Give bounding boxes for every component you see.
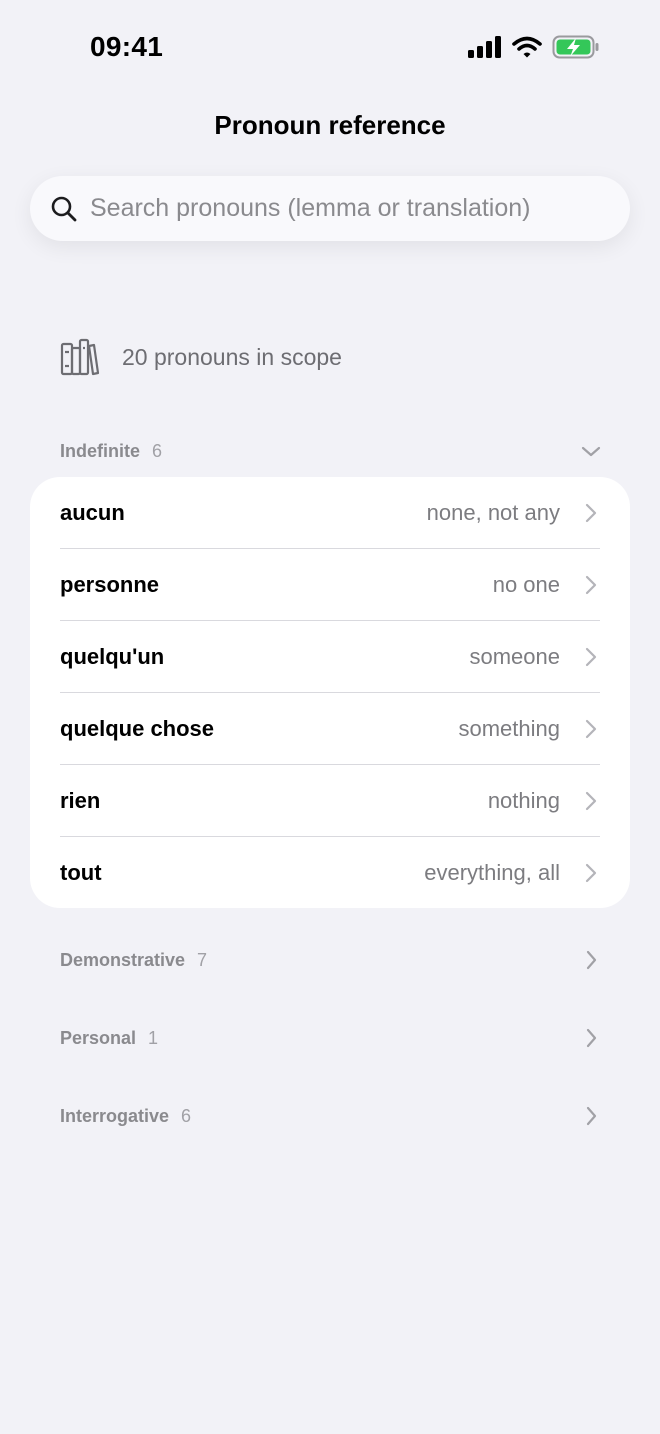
section-header-interrogative[interactable]: Interrogative 6 xyxy=(60,1101,602,1131)
page-title: Pronoun reference xyxy=(214,110,446,140)
chevron-right-icon xyxy=(586,950,597,970)
search-icon xyxy=(51,196,77,221)
section-header-personal[interactable]: Personal 1 xyxy=(60,1023,602,1053)
list-item-rien[interactable]: rien nothing xyxy=(60,765,600,837)
item-translation: someone xyxy=(469,644,560,669)
item-lemma: aucun xyxy=(60,500,125,525)
chevron-right-icon xyxy=(585,863,597,883)
item-lemma: quelque chose xyxy=(60,716,215,741)
item-lemma: rien xyxy=(60,788,101,813)
section-title: Demonstrative xyxy=(60,949,186,970)
chevron-right-icon xyxy=(586,1106,597,1126)
scope-count-text: 20 pronouns in scope xyxy=(122,343,342,370)
list-item-tout[interactable]: tout everything, all xyxy=(60,837,600,909)
battery-charging-icon xyxy=(552,35,599,59)
status-icons xyxy=(468,35,600,59)
section-header-indefinite[interactable]: Indefinite 6 xyxy=(60,436,602,466)
wifi-icon xyxy=(512,36,542,58)
status-time: 09:41 xyxy=(90,31,164,62)
chevron-right-icon xyxy=(585,575,597,595)
section-count: 6 xyxy=(152,440,163,461)
item-translation: everything, all xyxy=(424,860,560,885)
item-translation: something xyxy=(458,716,560,741)
section-count: 1 xyxy=(148,1027,159,1048)
section-title: Interrogative xyxy=(60,1105,170,1126)
chevron-right-icon xyxy=(585,719,597,739)
section-title: Indefinite xyxy=(60,440,140,461)
item-translation: none, not any xyxy=(426,500,560,525)
section-count: 6 xyxy=(181,1105,192,1126)
item-lemma: quelqu'un xyxy=(60,644,165,669)
section-count: 7 xyxy=(197,949,208,970)
chevron-right-icon xyxy=(585,647,597,667)
item-lemma: personne xyxy=(60,572,160,597)
list-item-personne[interactable]: personne no one xyxy=(60,549,600,621)
list-item-quelque-chose[interactable]: quelque chose something xyxy=(60,693,600,765)
search-bar[interactable] xyxy=(30,176,630,241)
list-item-aucun[interactable]: aucun none, not any xyxy=(60,477,600,549)
chevron-right-icon xyxy=(585,503,597,523)
chevron-right-icon xyxy=(585,791,597,811)
search-input[interactable] xyxy=(90,194,610,223)
section-title: Personal xyxy=(60,1027,137,1048)
item-translation: no one xyxy=(492,572,560,597)
list-item-quelquun[interactable]: quelqu'un someone xyxy=(60,621,600,693)
item-lemma: tout xyxy=(60,860,102,885)
signal-icon xyxy=(468,36,501,58)
scope-summary: 20 pronouns in scope xyxy=(60,338,342,376)
chevron-right-icon xyxy=(586,1028,597,1048)
item-translation: nothing xyxy=(487,788,560,813)
books-icon xyxy=(60,338,100,376)
status-bar: 09:41 xyxy=(0,0,660,96)
section-header-demonstrative[interactable]: Demonstrative 7 xyxy=(60,945,602,975)
indefinite-list-card: aucun none, not any personne no one quel… xyxy=(30,477,630,908)
chevron-down-icon xyxy=(581,446,601,457)
